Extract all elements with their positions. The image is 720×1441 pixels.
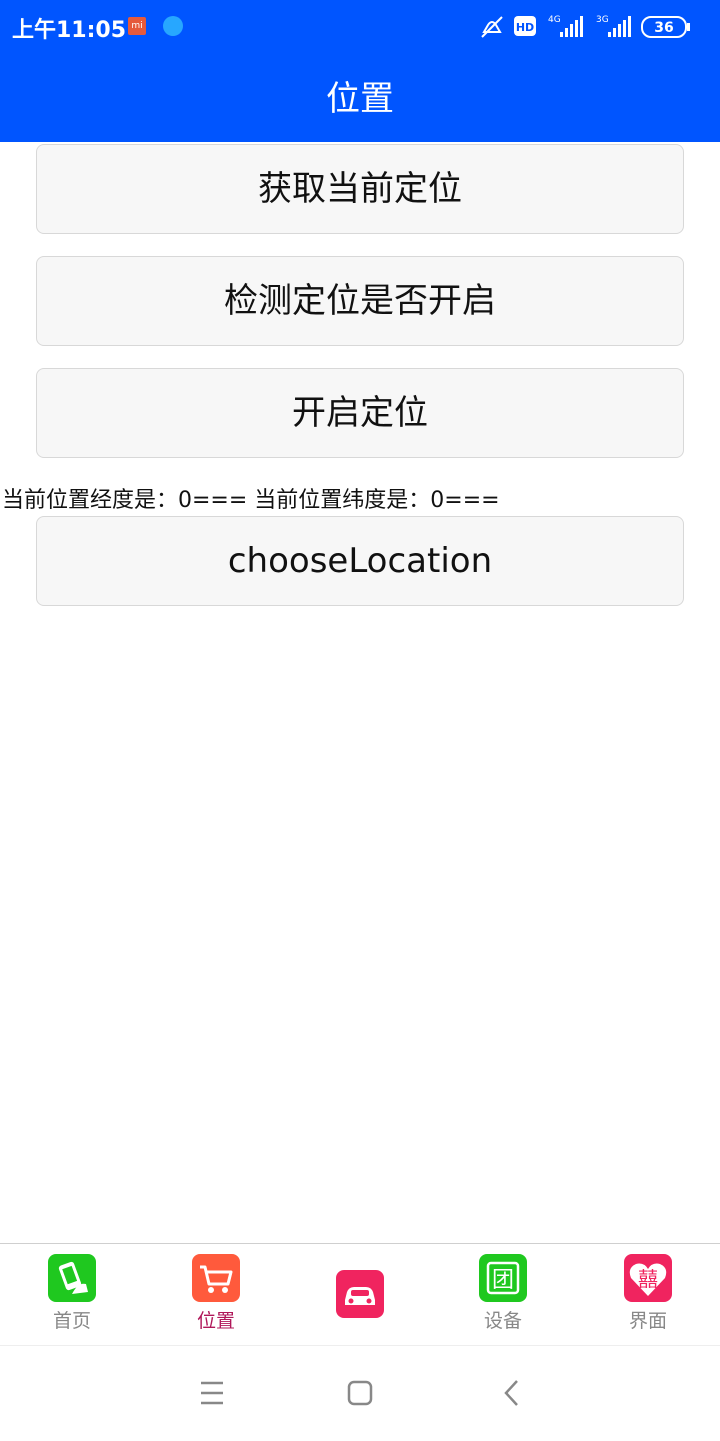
get-location-button[interactable]: 获取当前定位 — [36, 144, 684, 234]
coordinates-text: 当前位置经度是：0=== 当前位置纬度是：0=== — [2, 488, 500, 513]
battery-icon: 36 — [641, 16, 690, 38]
tab-interface[interactable]: 囍 界面 — [588, 1254, 708, 1333]
hd-icon: HD — [514, 16, 536, 36]
tab-home[interactable]: 首页 — [12, 1254, 132, 1333]
back-icon[interactable] — [482, 1346, 542, 1441]
svg-text:团: 团 — [492, 1268, 514, 1293]
tab-device-label: 设备 — [483, 1310, 522, 1332]
double-happiness-icon: 囍 — [624, 1254, 672, 1302]
mute-icon — [481, 16, 503, 38]
app-icon — [163, 16, 183, 36]
svg-text:囍: 囍 — [638, 1267, 658, 1291]
tab-location-label: 位置 — [196, 1310, 235, 1332]
status-time: 上午11:05 — [12, 18, 127, 43]
tab-interface-label: 界面 — [628, 1310, 667, 1332]
system-nav-bar — [0, 1345, 720, 1441]
svg-text:3G: 3G — [596, 15, 609, 25]
svg-text:36: 36 — [654, 20, 673, 36]
enable-location-button[interactable]: 开启定位 — [36, 368, 684, 458]
signal-4g-icon: 4G — [548, 15, 583, 37]
status-bar: 上午11:05 mi HD 4G 3G 36 — [0, 0, 720, 56]
car-icon — [336, 1270, 384, 1318]
tab-home-label: 首页 — [52, 1310, 91, 1332]
tab-device[interactable]: 团 设备 — [443, 1254, 563, 1333]
home-icon[interactable] — [330, 1346, 390, 1441]
menu-icon[interactable] — [181, 1346, 241, 1441]
page-title: 位置 — [326, 79, 394, 119]
tab-car[interactable] — [300, 1270, 420, 1318]
signal-3g-icon: 3G — [596, 15, 631, 37]
status-icons: HD 4G 3G 36 — [481, 15, 690, 38]
tab-location[interactable]: 位置 — [156, 1254, 276, 1333]
choose-location-button[interactable]: chooseLocation — [36, 516, 684, 606]
check-location-enabled-button[interactable]: 检测定位是否开启 — [36, 256, 684, 346]
svg-text:HD: HD — [516, 21, 534, 34]
header: 位置 — [0, 56, 720, 142]
phone-hand-icon — [48, 1254, 96, 1302]
tab-bar: 首页 位置 团 设备 囍 界面 — [0, 1243, 720, 1345]
svg-text:4G: 4G — [548, 15, 561, 25]
mi-icon: mi — [128, 17, 146, 35]
group-tuan-icon: 团 — [479, 1254, 527, 1302]
shopping-cart-icon — [192, 1254, 240, 1302]
